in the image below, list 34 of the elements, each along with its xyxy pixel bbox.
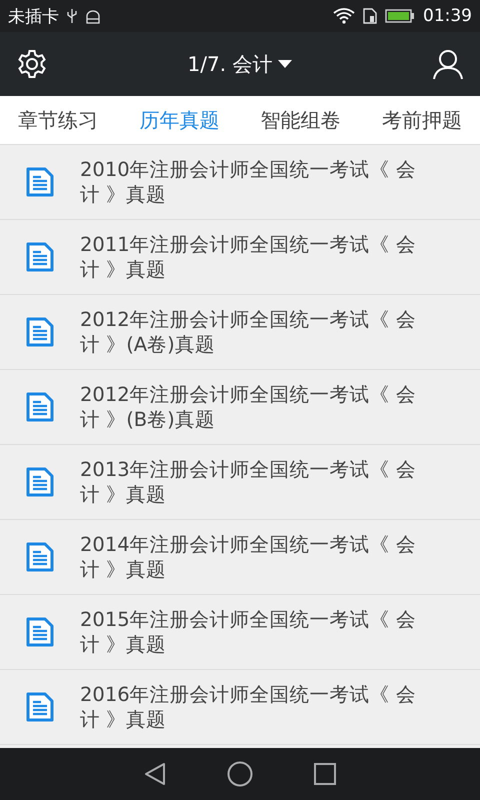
paper-title: 2012年注册会计师全国统一考试《 会计 》(B卷)真题 [80, 382, 417, 432]
tab[interactable]: 历年真题 [137, 100, 222, 140]
paper-title: 2016年注册会计师全国统一考试《 会计 》真题 [80, 682, 417, 732]
document-icon [25, 392, 55, 422]
sim-icon [363, 8, 377, 24]
user-icon[interactable] [432, 48, 464, 80]
paper-title: 2011年注册会计师全国统一考试《 会计 》真题 [80, 232, 417, 282]
back-icon[interactable] [143, 762, 167, 786]
document-icon [25, 317, 55, 347]
carrier-text: 未插卡 [8, 6, 59, 28]
settings-icon[interactable] [16, 48, 48, 80]
document-icon [25, 167, 55, 197]
tab[interactable]: 智能组卷 [258, 100, 343, 140]
document-icon [25, 242, 55, 272]
document-icon [25, 692, 55, 722]
paper-title: 2014年注册会计师全国统一考试《 会计 》真题 [80, 532, 417, 582]
tab[interactable]: 章节练习 [16, 100, 100, 140]
subject-dropdown[interactable]: 1/7. 会计 [184, 46, 296, 82]
paper-title: 2012年注册会计师全国统一考试《 会计 》(A卷)真题 [80, 307, 417, 357]
recents-icon[interactable] [313, 762, 337, 786]
paper-title: 2010年注册会计师全国统一考试《 会计 》真题 [80, 157, 417, 207]
battery-icon [385, 8, 415, 24]
document-icon [25, 467, 55, 497]
android-icon [85, 8, 101, 24]
usb-icon [67, 8, 77, 24]
wifi-icon [333, 8, 355, 24]
caret-icon [278, 60, 292, 68]
home-icon[interactable] [227, 761, 253, 787]
tab[interactable]: 考前押题 [380, 100, 464, 140]
document-icon [25, 617, 55, 647]
document-icon [25, 542, 55, 572]
paper-title: 2013年注册会计师全国统一考试《 会计 》真题 [80, 457, 417, 507]
clock-text: 01:39 [423, 6, 472, 26]
paper-title: 2015年注册会计师全国统一考试《 会计 》真题 [80, 607, 417, 657]
